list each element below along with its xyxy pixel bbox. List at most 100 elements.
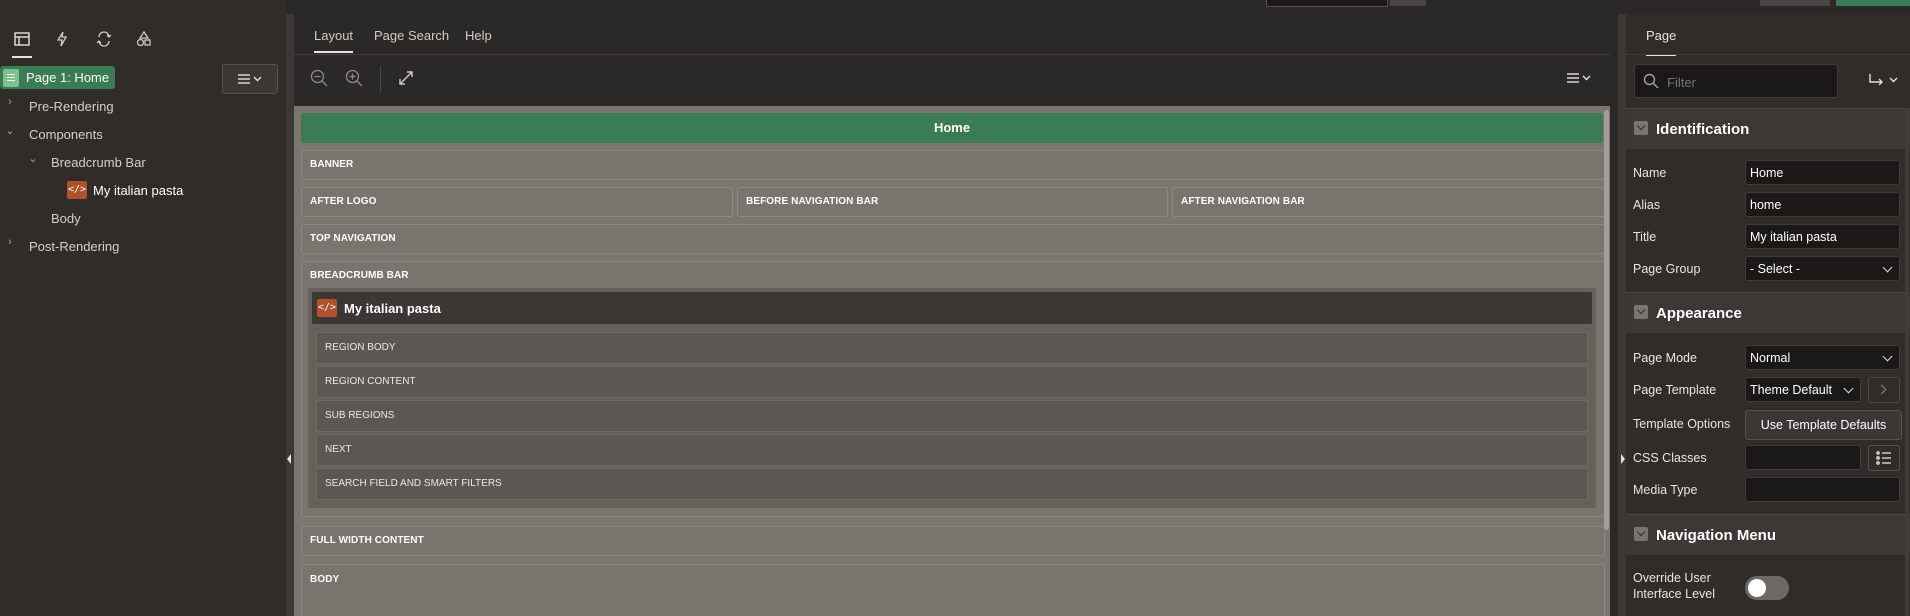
collapse-section-icon[interactable]: [1634, 305, 1648, 319]
chevron-down-icon[interactable]: ⌄: [26, 152, 40, 174]
title-field[interactable]: My italian pasta: [1745, 224, 1900, 249]
property-editor-panel: Page Identification Name Home Alias home…: [1626, 14, 1910, 616]
top-button-fragment-2[interactable]: [1760, 0, 1830, 6]
slot-region-body[interactable]: REGION BODY: [316, 332, 1588, 364]
tree-node-components[interactable]: Components: [29, 124, 103, 146]
region-breadcrumb-bar[interactable]: BREADCRUMB BAR </> My italian pasta REGI…: [301, 261, 1605, 517]
page-template-value: Theme Default: [1750, 383, 1832, 397]
filter-input[interactable]: [1665, 71, 1829, 93]
property-scrollbar[interactable]: [1905, 108, 1909, 616]
region-label: BEFORE NAVIGATION BAR: [746, 196, 879, 207]
region-label: AFTER LOGO: [310, 196, 377, 207]
tree-node-pre-rendering[interactable]: Pre-Rendering: [29, 96, 114, 118]
page-icon: [3, 68, 19, 87]
region-after-logo[interactable]: AFTER LOGO: [301, 187, 733, 217]
css-classes-picker-button[interactable]: [1868, 445, 1900, 471]
page-group-select[interactable]: - Select -: [1745, 256, 1900, 281]
top-button-fragment[interactable]: [1390, 0, 1426, 6]
section-title: Appearance: [1656, 305, 1742, 322]
section-identification[interactable]: Identification: [1626, 108, 1910, 149]
slot-search-field[interactable]: SEARCH FIELD AND SMART FILTERS: [316, 468, 1588, 500]
section-appearance[interactable]: Appearance: [1626, 292, 1910, 333]
tree-node-region[interactable]: My italian pasta: [93, 180, 183, 202]
region-header[interactable]: </> My italian pasta: [312, 292, 1592, 324]
media-type-input[interactable]: [1745, 477, 1900, 502]
collapse-right-icon[interactable]: [1621, 454, 1625, 464]
top-input-fragment[interactable]: [1266, 0, 1388, 7]
slot-label: NEXT: [325, 444, 352, 455]
slot-next[interactable]: NEXT: [316, 434, 1588, 466]
right-splitter[interactable]: [1618, 14, 1626, 616]
section-navigation-menu[interactable]: Navigation Menu: [1626, 514, 1910, 555]
tree-node-post-rendering[interactable]: Post-Rendering: [29, 236, 119, 258]
slot-label: SUB REGIONS: [325, 410, 395, 421]
tree-node-body[interactable]: Body: [51, 208, 81, 230]
dynamic-actions-icon[interactable]: [48, 26, 76, 52]
alias-field[interactable]: home: [1745, 192, 1900, 217]
page-badge[interactable]: Page 1: Home: [0, 66, 116, 89]
region-title: My italian pasta: [344, 301, 441, 316]
tree-menu-button[interactable]: [222, 64, 278, 94]
top-toolbar-strip: [0, 0, 1910, 15]
region-banner[interactable]: BANNER: [301, 150, 1605, 180]
region-full-width-content[interactable]: FULL WIDTH CONTENT: [301, 526, 1605, 556]
page-title-bar[interactable]: Home: [301, 113, 1603, 143]
tab-help[interactable]: Help: [465, 28, 492, 43]
tab-page-search[interactable]: Page Search: [374, 28, 449, 43]
expand-icon[interactable]: [398, 70, 414, 89]
page-template-label: Page Template: [1633, 383, 1717, 397]
page-group-label: Page Group: [1633, 262, 1701, 276]
css-classes-label: CSS Classes: [1633, 451, 1707, 465]
page-template-select[interactable]: Theme Default: [1745, 377, 1861, 402]
left-splitter[interactable]: [286, 14, 294, 616]
toolbar-divider: [380, 66, 381, 92]
slot-region-content[interactable]: REGION CONTENT: [316, 366, 1588, 398]
page-group-value: - Select -: [1750, 262, 1801, 276]
css-classes-input[interactable]: [1745, 445, 1861, 470]
title-label: Title: [1633, 230, 1657, 244]
top-save-button-fragment[interactable]: [1836, 0, 1910, 6]
slot-sub-regions[interactable]: SUB REGIONS: [316, 400, 1588, 432]
template-go-button[interactable]: [1868, 377, 1900, 403]
zoom-out-icon[interactable]: [310, 69, 328, 90]
region-body[interactable]: BODY: [301, 564, 1605, 616]
page-designer-center: Layout Page Search Help Home BANNER AFTE…: [294, 14, 1618, 616]
name-field[interactable]: Home: [1745, 160, 1900, 185]
layout-menu-icon[interactable]: [1566, 72, 1592, 87]
slot-label: REGION CONTENT: [325, 376, 416, 387]
tab-page[interactable]: Page: [1646, 28, 1677, 56]
chevron-down-icon[interactable]: ⌄: [3, 124, 17, 146]
filter-field[interactable]: [1634, 64, 1838, 98]
collapse-section-icon[interactable]: [1634, 527, 1648, 541]
tree-node-breadcrumb-bar[interactable]: Breadcrumb Bar: [51, 152, 146, 174]
rendering-tree-panel: Page 1: Home › Pre-Rendering ⌄ Component…: [0, 0, 286, 616]
tab-divider: [1626, 54, 1910, 55]
page-badge-label: Page 1: Home: [26, 70, 110, 85]
region-top-navigation[interactable]: TOP NAVIGATION: [301, 224, 1605, 254]
page-mode-select[interactable]: Normal: [1745, 345, 1900, 370]
chevron-right-icon[interactable]: ›: [3, 96, 17, 118]
chevron-right-icon: [1876, 384, 1887, 395]
rendering-tree-icon[interactable]: [8, 26, 36, 58]
template-options-button-label: Use Template Defaults: [1760, 418, 1887, 432]
processing-icon[interactable]: [90, 26, 118, 52]
region-before-navigation-bar[interactable]: BEFORE NAVIGATION BAR: [737, 187, 1168, 217]
go-to-group-icon[interactable]: [1868, 72, 1902, 91]
shared-components-icon[interactable]: [130, 26, 158, 52]
region-after-navigation-bar[interactable]: AFTER NAVIGATION BAR: [1172, 187, 1605, 217]
tab-layout[interactable]: Layout: [314, 28, 354, 53]
override-ui-level-toggle[interactable]: [1745, 576, 1789, 600]
collapse-left-icon[interactable]: [287, 454, 291, 464]
chevron-right-icon[interactable]: ›: [3, 236, 17, 258]
template-options-button[interactable]: Use Template Defaults: [1745, 410, 1902, 440]
section-title: Identification: [1656, 121, 1750, 138]
layout-canvas[interactable]: Home BANNER AFTER LOGO BEFORE NAVIGATION…: [294, 106, 1610, 616]
template-options-label: Template Options: [1633, 417, 1731, 431]
region-label: BREADCRUMB BAR: [310, 270, 409, 281]
region-my-italian-pasta[interactable]: </> My italian pasta REGION BODY REGION …: [308, 288, 1596, 508]
zoom-in-icon[interactable]: [345, 69, 363, 90]
collapse-section-icon[interactable]: [1634, 121, 1648, 135]
chevron-down-icon: [1843, 383, 1854, 394]
name-label: Name: [1633, 166, 1667, 180]
canvas-scrollbar[interactable]: [1604, 110, 1609, 530]
